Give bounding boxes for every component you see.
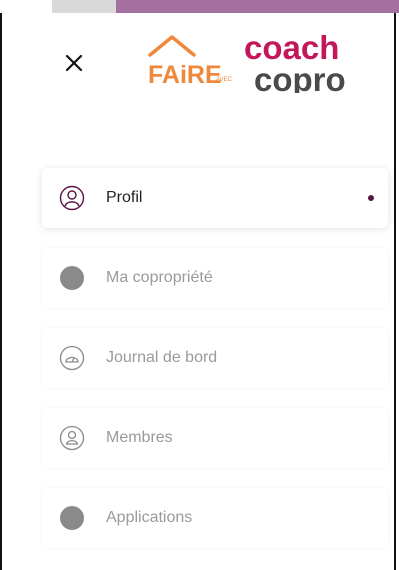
active-indicator-dot — [368, 195, 374, 201]
menu-item-label: Profil — [106, 189, 143, 206]
gauge-icon — [58, 344, 86, 372]
navigation-drawer: FAiRE AVEC coach copro Profil Ma copropr… — [0, 13, 396, 570]
circle-filled-icon — [58, 264, 86, 292]
menu-item-profil[interactable]: Profil — [42, 168, 388, 228]
faire-avec-coachcopro-logo: FAiRE AVEC coach copro — [146, 25, 376, 93]
strip-gray — [52, 0, 116, 13]
menu-item-label: Journal de bord — [106, 349, 218, 366]
close-button[interactable] — [58, 47, 90, 79]
strip-purple — [116, 0, 399, 13]
strip-white — [0, 0, 52, 13]
drawer-menu: Profil Ma copropriété Journal de bord Me… — [42, 168, 388, 568]
menu-item-applications[interactable]: Applications — [42, 488, 388, 548]
members-icon — [58, 424, 86, 452]
background-app-strip — [0, 0, 399, 13]
close-icon — [65, 54, 83, 72]
user-circle-icon — [58, 184, 86, 212]
circle-filled-icon — [58, 504, 86, 532]
menu-item-journal-de-bord[interactable]: Journal de bord — [42, 328, 388, 388]
menu-item-label: Ma copropriété — [106, 269, 213, 286]
logo-faire-text: FAiRE — [148, 61, 222, 89]
menu-item-label: Applications — [106, 509, 193, 526]
logo-avec-text: AVEC — [216, 77, 233, 83]
menu-item-membres[interactable]: Membres — [42, 408, 388, 468]
menu-item-ma-copropriete[interactable]: Ma copropriété — [42, 248, 388, 308]
menu-item-label: Membres — [106, 429, 173, 446]
logo-copro-text: copro — [254, 61, 346, 93]
